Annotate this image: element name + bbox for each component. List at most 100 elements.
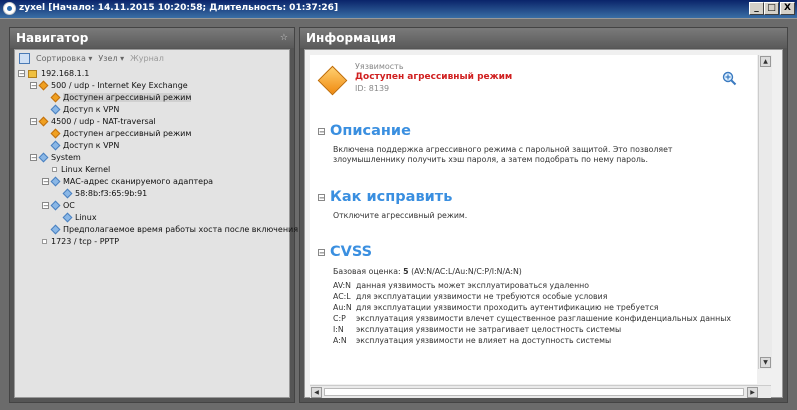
cvss-metric-key: C:P [333,314,346,323]
minimize-button[interactable]: _ [749,2,764,15]
tree-node-port-1723[interactable]: 1723 / tcp - PPTP [42,236,119,247]
cvss-metric-desc: эксплуатация уязвимости влечет существен… [356,314,731,323]
description-heading: − Описание [318,123,411,139]
vertical-scrollbar[interactable]: ▲ ▼ [758,55,772,369]
info-icon [50,140,61,151]
vulnerability-document: Уязвимость Доступен агрессивный режим ID… [310,55,757,384]
description-heading-text: Описание [330,123,411,139]
cvss-heading: − CVSS [318,244,372,260]
fix-heading-text: Как исправить [330,189,453,205]
info-title: Информация [306,31,396,45]
cvss-metric-row: I:N эксплуатация уязвимости не затрагивае… [333,325,621,334]
tree-node-aggressive-mode-4500[interactable]: Доступен агрессивный режим [50,128,192,139]
cvss-metric-desc: эксплуатация уязвимости не затрагивает ц… [356,325,622,334]
collapse-toggle-icon[interactable]: − [42,202,49,210]
tree-node-label: Linux [75,213,97,222]
collapse-toggle-icon[interactable]: − [30,82,37,90]
vulnerability-category: Уязвимость [355,62,404,71]
tree-node-mac-value[interactable]: 58:8b:f3:65:9b:91 [62,188,148,199]
close-button[interactable]: X [780,2,795,15]
tree-node-label: 4500 / udp - NAT-traversal [51,117,156,126]
scroll-up-icon[interactable]: ▲ [760,56,771,67]
tree-node-host[interactable]: − 192.168.1.1 [18,68,89,79]
cvss-base-score: Базовая оценка: 5 (AV:N/AC:L/Au:N/C:P/I:… [333,267,522,276]
navigator-header: Навигатор ☆ [10,28,294,48]
tree-node-linux-kernel[interactable]: Linux Kernel [52,164,110,175]
cvss-metric-row: AV:N данная уязвимость может эксплуатиров… [333,281,589,290]
warning-icon [38,80,49,91]
item-icon [42,239,47,244]
scroll-right-icon[interactable]: ▶ [747,387,758,398]
cvss-metric-desc: данная уязвимость может эксплуатироватьс… [356,281,590,290]
maximize-button[interactable]: □ [764,2,779,15]
tree-node-label: 58:8b:f3:65:9b:91 [75,189,148,198]
cvss-metric-key: AC:L [333,292,351,301]
tree-node-label: Предполагаемое время работы хоста после … [63,225,299,234]
tree-node-os[interactable]: − ОС [42,200,75,211]
tree-node-label: Доступен агрессивный режим [63,93,192,102]
info-icon [50,200,61,211]
fix-text: Отключите агрессивный режим. [333,211,468,220]
info-body: Уязвимость Доступен агрессивный режим ID… [304,49,783,398]
tree-node-label: Доступ к VPN [63,105,120,114]
description-text: Включена поддержка агрессивного режима с… [333,145,673,164]
collapse-toggle-icon[interactable]: − [42,178,49,186]
info-icon [62,212,73,223]
collapse-section-icon[interactable]: − [318,127,325,135]
cvss-vector: (AV:N/AC:L/Au:N/C:P/I:N/A:N) [411,267,522,276]
collapse-section-icon[interactable]: − [318,248,325,256]
collapse-section-icon[interactable]: − [318,193,325,201]
fix-heading: − Как исправить [318,189,452,205]
tree-node-label: 192.168.1.1 [41,69,90,78]
tree-node-vpn-access-4500[interactable]: Доступ к VPN [50,140,120,151]
tree-node-port-4500[interactable]: − 4500 / udp - NAT-traversal [30,116,156,127]
tree-node-system[interactable]: − System [30,152,81,163]
cvss-base-value: 5 [403,267,409,276]
cvss-metric-desc: для эксплуатации уязвимости проходить ау… [356,303,659,312]
navigator-body: Сортировка ▾ Узел ▾ Журнал −192.168.1.1 −5… [14,49,298,398]
cvss-metric-desc: эксплуатация уязвимости не влияет на дос… [356,336,612,345]
zoom-in-icon[interactable] [722,71,737,86]
tree-node-label: ОС [63,201,75,210]
collapse-toggle-icon[interactable]: − [30,154,37,162]
pin-icon[interactable]: ☆ [280,28,288,48]
vulnerability-title: Доступен агрессивный режим [355,72,513,82]
tree-node-mac-address[interactable]: − MAC-адрес сканируемого адаптера [42,176,213,187]
window-titlebar: zyxel [Начало: 14.11.2015 10:20:58; Длит… [0,0,797,19]
cvss-metric-key: Au:N [333,303,352,312]
cvss-metric-row: A:N эксплуатация уязвимости не влияет на … [333,336,611,345]
scroll-left-icon[interactable]: ◀ [311,387,322,398]
collapse-toggle-icon[interactable]: − [18,70,25,78]
tree-node-uptime[interactable]: Предполагаемое время работы хоста после … [50,224,299,235]
info-panel: Информация Уязвимость Доступен агрессивн… [299,27,788,403]
info-icon [50,224,61,235]
window-title: zyxel [Начало: 14.11.2015 10:20:58; Длит… [19,3,339,13]
cvss-metric-key: AV:N [333,281,351,290]
tree-node-label: MAC-адрес сканируемого адаптера [63,177,214,186]
item-icon [52,167,57,172]
tree-node-label: Доступен агрессивный режим [63,129,192,138]
scroll-down-icon[interactable]: ▼ [760,357,771,368]
collapse-toggle-icon[interactable]: − [30,118,37,126]
warning-icon [50,92,61,103]
node-menu[interactable]: Узел ▾ [98,54,124,63]
cvss-metric-row: AC:L для эксплуатации уязвимости не требу… [333,292,607,301]
tree-node-aggressive-mode-500[interactable]: Доступен агрессивный режим [50,92,192,103]
cvss-base-label: Базовая оценка: [333,267,401,276]
tree-node-label: Доступ к VPN [63,141,120,150]
tree-node-vpn-access-500[interactable]: Доступ к VPN [50,104,120,115]
cvss-metric-row: C:P эксплуатация уязвимости влечет сущест… [333,314,731,323]
tree-node-port-500[interactable]: − 500 / udp - Internet Key Exchange [30,80,188,91]
info-icon [62,188,73,199]
tree-view-icon[interactable] [19,53,30,64]
scrollbar-thumb[interactable] [324,388,744,396]
cvss-metric-key: A:N [333,336,347,345]
info-header: Информация [300,28,787,48]
warning-icon [38,116,49,127]
sort-menu[interactable]: Сортировка ▾ [36,54,92,63]
tree-node-linux[interactable]: Linux [62,212,97,223]
vulnerability-id: ID: 8139 [355,84,390,93]
info-icon [50,104,61,115]
log-menu[interactable]: Журнал [130,54,164,63]
horizontal-scrollbar[interactable]: ◀ ▶ [310,385,771,398]
